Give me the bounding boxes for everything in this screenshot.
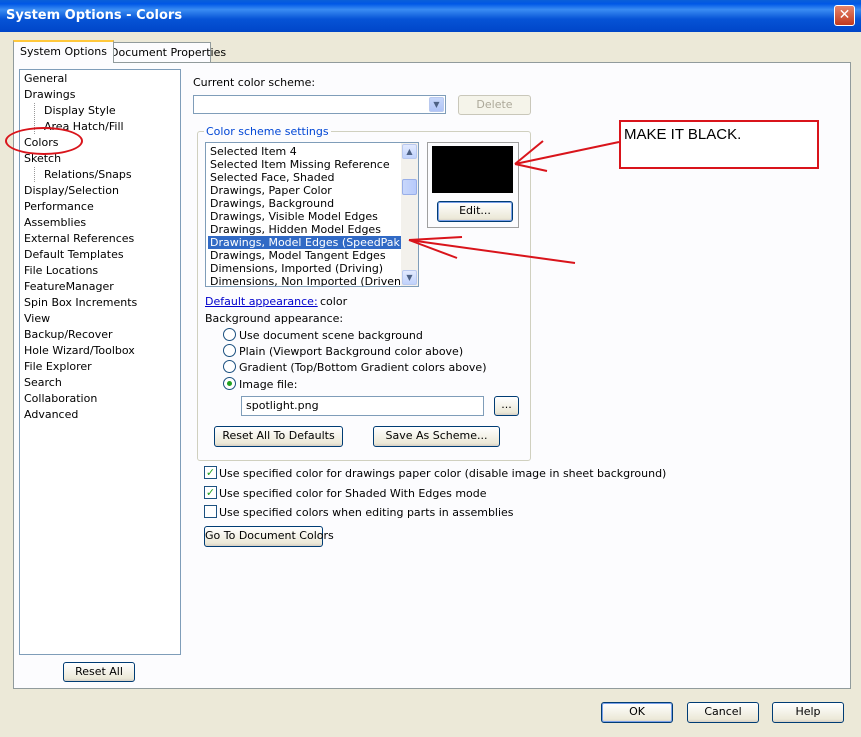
options-tree[interactable]: General Drawings Display Style Area Hatc… bbox=[19, 69, 181, 655]
list-item[interactable]: Drawings, Model Tangent Edges bbox=[208, 249, 388, 262]
checkbox-paper-color-label: Use specified color for drawings paper c… bbox=[219, 467, 667, 480]
checkbox-shaded-edges[interactable]: ✓ bbox=[204, 486, 217, 499]
tree-item-file-locations[interactable]: File Locations bbox=[24, 263, 98, 278]
group-legend: Color scheme settings bbox=[204, 125, 331, 138]
scroll-down-icon[interactable]: ▼ bbox=[402, 270, 417, 285]
radio-plain[interactable] bbox=[223, 344, 236, 357]
go-to-document-colors-button[interactable]: Go To Document Colors bbox=[204, 526, 334, 547]
ok-button[interactable]: OK bbox=[601, 702, 673, 723]
list-item[interactable]: Dimensions, Non Imported (Driven) bbox=[208, 275, 407, 286]
current-scheme-label: Current color scheme: bbox=[193, 76, 316, 89]
tree-item-drawings[interactable]: Drawings bbox=[24, 87, 75, 102]
edit-color-button[interactable]: Edit... bbox=[437, 201, 513, 222]
list-item[interactable]: Dimensions, Imported (Driving) bbox=[208, 262, 385, 275]
tree-item-collaboration[interactable]: Collaboration bbox=[24, 391, 97, 406]
list-item-selected[interactable]: Drawings, Model Edges (SpeedPak) bbox=[208, 236, 404, 249]
tree-item-general[interactable]: General bbox=[24, 71, 67, 86]
tab-document-properties[interactable]: Document Properties bbox=[103, 42, 226, 62]
tree-item-search[interactable]: Search bbox=[24, 375, 62, 390]
annotation-circle bbox=[5, 127, 83, 155]
tree-item-relations-snaps[interactable]: Relations/Snaps bbox=[34, 167, 132, 182]
checkbox-editing-parts-label: Use specified colors when editing parts … bbox=[219, 506, 514, 519]
color-swatch bbox=[432, 146, 513, 193]
tree-item-featuremanager[interactable]: FeatureManager bbox=[24, 279, 114, 294]
tree-item-hole-wizard-toolbox[interactable]: Hole Wizard/Toolbox bbox=[24, 343, 135, 358]
radio-gradient[interactable] bbox=[223, 360, 236, 373]
tree-item-advanced[interactable]: Advanced bbox=[24, 407, 78, 422]
color-items-list[interactable]: Selected Item 4 Selected Item Missing Re… bbox=[205, 142, 419, 287]
list-item[interactable]: Selected Item 4 bbox=[208, 145, 299, 158]
tree-item-spin-box-increments[interactable]: Spin Box Increments bbox=[24, 295, 137, 310]
list-item[interactable]: Drawings, Background bbox=[208, 197, 336, 210]
scroll-thumb[interactable] bbox=[402, 179, 417, 195]
title-bar: System Options - Colors ✕ bbox=[0, 0, 861, 32]
list-item[interactable]: Selected Item Missing Reference bbox=[208, 158, 392, 171]
help-button[interactable]: Help bbox=[772, 702, 844, 723]
tree-item-display-style[interactable]: Display Style bbox=[34, 103, 116, 118]
radio-gradient-label: Gradient (Top/Bottom Gradient colors abo… bbox=[239, 361, 487, 374]
annotation-box: MAKE IT BLACK. bbox=[619, 120, 819, 169]
chevron-down-icon[interactable]: ▼ bbox=[429, 97, 444, 112]
checkbox-editing-parts[interactable] bbox=[204, 505, 217, 518]
tree-item-backup-recover[interactable]: Backup/Recover bbox=[24, 327, 113, 342]
default-appearance-link[interactable]: Default appearance: bbox=[205, 295, 318, 308]
tree-item-external-references[interactable]: External References bbox=[24, 231, 134, 246]
tree-item-view[interactable]: View bbox=[24, 311, 50, 326]
background-appearance-label: Background appearance: bbox=[205, 312, 344, 325]
reset-all-button[interactable]: Reset All bbox=[63, 662, 135, 682]
list-scrollbar[interactable]: ▲ ▼ bbox=[401, 143, 418, 286]
tab-system-options[interactable]: System Options bbox=[13, 40, 114, 63]
close-icon[interactable]: ✕ bbox=[834, 5, 855, 26]
checkbox-paper-color[interactable]: ✓ bbox=[204, 466, 217, 479]
default-appearance-value: color bbox=[320, 295, 348, 308]
cancel-button[interactable]: Cancel bbox=[687, 702, 759, 723]
tree-item-assemblies[interactable]: Assemblies bbox=[24, 215, 86, 230]
list-item[interactable]: Drawings, Visible Model Edges bbox=[208, 210, 380, 223]
save-as-scheme-button[interactable]: Save As Scheme... bbox=[373, 426, 500, 447]
radio-plain-label: Plain (Viewport Background color above) bbox=[239, 345, 464, 358]
delete-button[interactable]: Delete bbox=[458, 95, 531, 115]
list-item[interactable]: Drawings, Paper Color bbox=[208, 184, 334, 197]
color-scheme-dropdown[interactable]: ▼ bbox=[193, 95, 446, 114]
checkbox-shaded-edges-label: Use specified color for Shaded With Edge… bbox=[219, 487, 487, 500]
radio-scene-background-label: Use document scene background bbox=[239, 329, 423, 342]
reset-to-defaults-button[interactable]: Reset All To Defaults bbox=[214, 426, 343, 447]
tree-item-default-templates[interactable]: Default Templates bbox=[24, 247, 124, 262]
window-title: System Options - Colors bbox=[6, 8, 183, 23]
browse-button[interactable]: ... bbox=[494, 396, 519, 416]
radio-scene-background[interactable] bbox=[223, 328, 236, 341]
radio-image-file-label: Image file: bbox=[239, 378, 298, 391]
tree-item-display-selection[interactable]: Display/Selection bbox=[24, 183, 119, 198]
list-item[interactable]: Selected Face, Shaded bbox=[208, 171, 336, 184]
list-item[interactable]: Drawings, Hidden Model Edges bbox=[208, 223, 383, 236]
radio-image-file[interactable] bbox=[223, 377, 236, 390]
tree-item-performance[interactable]: Performance bbox=[24, 199, 94, 214]
image-file-input[interactable]: spotlight.png bbox=[241, 396, 484, 416]
tree-item-file-explorer[interactable]: File Explorer bbox=[24, 359, 92, 374]
scroll-up-icon[interactable]: ▲ bbox=[402, 144, 417, 159]
